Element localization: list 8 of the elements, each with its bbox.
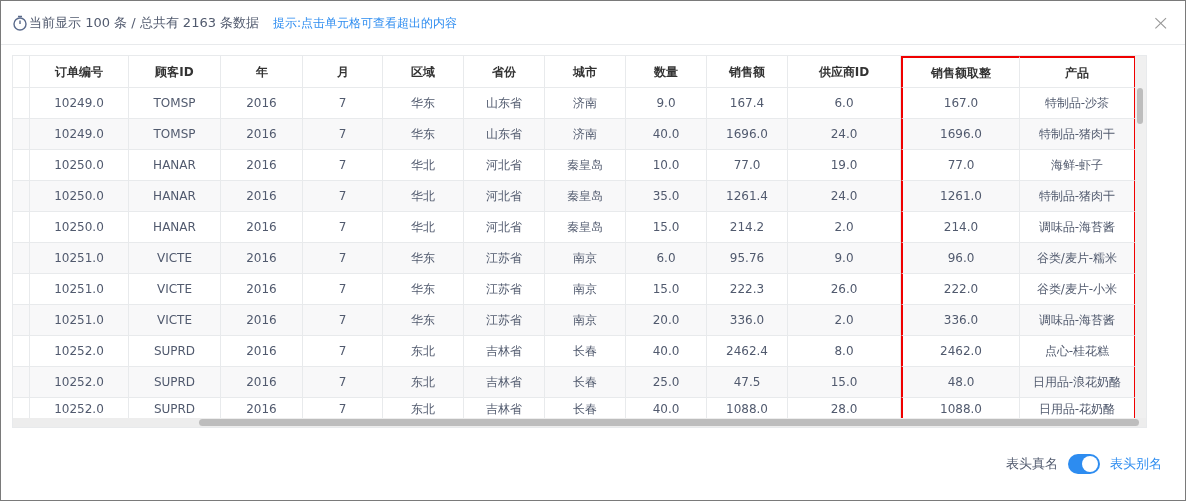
horizontal-scrollbar[interactable]	[13, 418, 1146, 427]
toggle-label: 表头真名	[1006, 455, 1058, 474]
hint-text: 提示:点击单元格可查看超出的内容	[273, 14, 458, 32]
record-count-text: 当前显示 100 条 / 总共有 2163 条数据	[29, 13, 260, 32]
toggle-label: 表头别名	[1110, 455, 1162, 474]
stopwatch-icon	[12, 14, 28, 31]
vertical-scrollbar[interactable]	[1135, 56, 1146, 419]
toggle-switch[interactable]	[1068, 454, 1100, 474]
